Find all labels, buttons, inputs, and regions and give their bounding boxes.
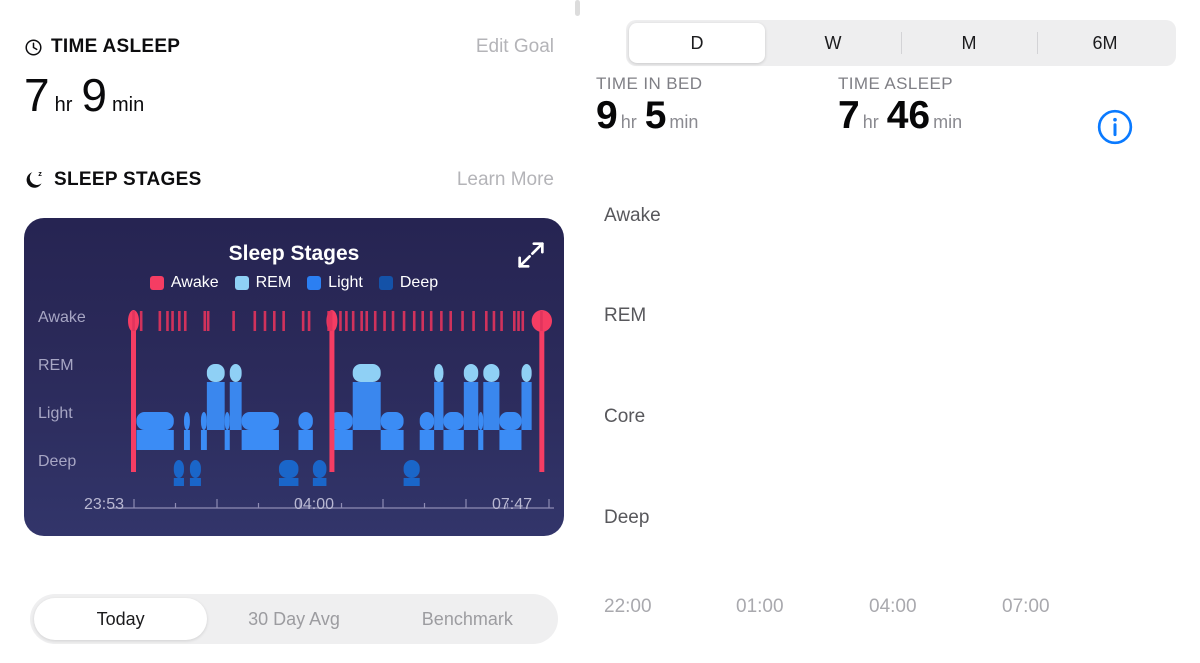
tab-day[interactable]: D	[629, 23, 765, 63]
hypnogram-x-label-end: 07:47	[492, 496, 533, 513]
left-panel: TIME ASLEEP Edit Goal 7 hr 9 min z SLEEP…	[0, 0, 588, 663]
time-asleep-hours-unit: hr	[54, 94, 73, 116]
time-asleep-minutes-unit: min	[111, 94, 145, 116]
app-root: TIME ASLEEP Edit Goal 7 hr 9 min z SLEEP…	[0, 0, 1200, 663]
tab-week[interactable]: W	[765, 23, 901, 63]
time-asleep-minutes: 9	[81, 69, 107, 121]
time-asleep-header: TIME ASLEEP Edit Goal	[24, 36, 554, 58]
tab-30-day-avg[interactable]: 30 Day Avg	[207, 598, 380, 640]
time-in-bed-minutes: 5	[644, 94, 667, 137]
stat-time-asleep: TIME ASLEEP 7 hr 46 min	[838, 74, 970, 137]
time-asleep-hours-unit-right: hr	[862, 112, 879, 132]
band-label-awake: Awake	[604, 205, 661, 226]
hypnogram-plot	[110, 310, 554, 509]
sleep-stages-card: Sleep Stages Awake REM Light Deep Awake …	[24, 218, 564, 536]
x-label-2200: 22:00	[604, 596, 652, 617]
time-asleep-minutes-right: 46	[886, 94, 931, 137]
stat-time-in-bed-label: TIME IN BED	[596, 74, 703, 93]
time-in-bed-hours: 9	[596, 94, 618, 137]
clock-icon	[24, 38, 43, 57]
tab-6-month[interactable]: 6M	[1037, 23, 1173, 63]
x-label-0400: 04:00	[869, 596, 917, 617]
sleep-stages-title: SLEEP STAGES	[54, 169, 202, 190]
time-in-bed-minutes-unit: min	[669, 112, 699, 132]
edit-goal-link[interactable]: Edit Goal	[476, 36, 554, 58]
moon-zzz-icon: z	[24, 169, 46, 191]
sleep-stages-header: z SLEEP STAGES Learn More	[24, 169, 554, 191]
time-asleep-minutes-unit-right: min	[933, 112, 963, 132]
view-tabs: Today 30 Day Avg Benchmark	[30, 594, 558, 644]
hypnogram-x-label-mid: 04:00	[294, 496, 335, 513]
stat-time-in-bed: TIME IN BED 9 hr 5 min	[596, 74, 706, 137]
band-label-deep: Deep	[604, 507, 650, 528]
info-circle-icon[interactable]	[1096, 108, 1134, 146]
time-asleep-title: TIME ASLEEP	[51, 36, 181, 57]
tab-benchmark[interactable]: Benchmark	[381, 598, 554, 640]
hypnogram-x-label-start: 23:53	[84, 496, 125, 513]
scrollbar[interactable]	[575, 0, 580, 16]
tab-today[interactable]: Today	[34, 598, 208, 640]
time-in-bed-hours-unit: hr	[620, 112, 637, 132]
x-label-0700: 07:00	[1002, 596, 1050, 617]
right-panel: D W M 6M TIME IN BED 9 hr 5 min TIME ASL…	[588, 0, 1200, 663]
svg-text:z: z	[38, 169, 42, 178]
tab-month[interactable]: M	[901, 23, 1037, 63]
time-asleep-hours-right: 7	[838, 94, 860, 137]
time-asleep-value: 7 hr 9 min	[24, 72, 153, 118]
stat-time-asleep-label: TIME ASLEEP	[838, 74, 953, 93]
x-label-0100: 01:00	[736, 596, 784, 617]
learn-more-link[interactable]: Learn More	[457, 169, 554, 191]
band-label-core: Core	[604, 406, 646, 427]
time-asleep-hours: 7	[24, 69, 50, 121]
range-tabs: D W M 6M	[626, 20, 1176, 66]
band-label-rem: REM	[604, 305, 647, 326]
